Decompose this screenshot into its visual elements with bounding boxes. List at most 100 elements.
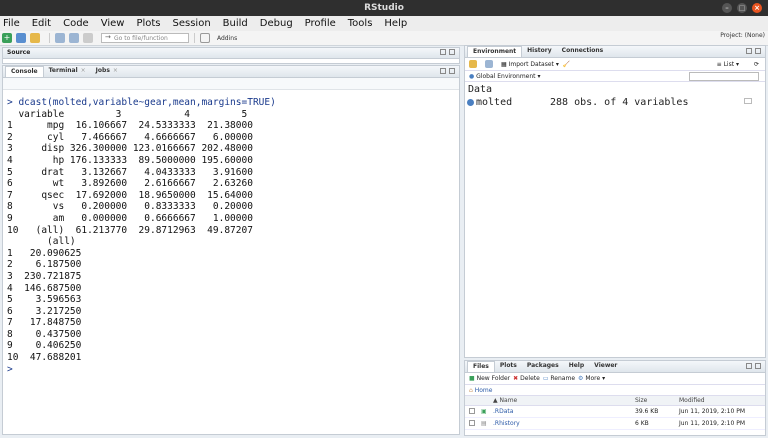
new-project-icon[interactable] [16,33,26,43]
menu-view[interactable]: View [101,18,125,29]
file-row-checkbox-cell [465,419,481,428]
maximize-pane-icon[interactable] [755,48,761,54]
new-folder-button[interactable]: ■ New Folder [469,375,510,382]
tab-console-label: Console [11,68,38,75]
files-pane: Files Plots Packages Help Viewer ■ New F… [464,360,766,436]
file-modified: Jun 11, 2019, 2:10 PM [679,420,745,427]
files-toolbar: ■ New Folder ✖ Delete ▭ Rename ⚙ More ▾ [465,373,765,385]
console-tabs: Console Terminal × Jobs × [3,66,459,78]
window-title: RStudio [364,3,404,13]
maximize-icon[interactable]: □ [737,3,747,13]
file-row[interactable]: ▤ .Rhistory 6 KB Jun 11, 2019, 2:10 PM [465,418,765,430]
tab-terminal[interactable]: Terminal × [44,66,91,77]
tab-environment[interactable]: Environment [467,46,523,57]
column-header-name-label: Name [499,397,518,404]
rename-button[interactable]: ▭ Rename [543,375,575,382]
minimize-icon[interactable]: – [722,3,732,13]
files-breadcrumb: ⌂ Home [465,385,765,396]
tab-help[interactable]: Help [564,361,589,372]
close-tab-icon[interactable]: × [81,67,86,74]
tab-terminal-label: Terminal [48,67,78,74]
new-file-icon[interactable]: + [2,33,12,43]
menu-build[interactable]: Build [223,18,248,29]
file-checkbox[interactable] [469,407,475,414]
file-checkbox[interactable] [469,419,475,426]
source-pane-header: Source [3,48,459,59]
tab-files[interactable]: Files [467,361,495,372]
file-name[interactable]: .Rhistory [493,420,635,427]
open-file-icon[interactable] [30,33,40,43]
goto-file-input[interactable]: Go to file/function [101,33,189,43]
env-search-input[interactable] [689,72,759,81]
global-env-label: Global Environment [476,72,536,80]
breadcrumb-home[interactable]: Home [475,387,493,394]
text-file-icon: ▤ [481,420,487,427]
tab-history[interactable]: History [522,46,557,57]
broom-icon[interactable]: 🧹 [563,61,570,68]
file-row-checkbox-cell [465,407,481,416]
rdata-file-icon: ▣ [481,408,487,415]
tab-console[interactable]: Console [5,66,44,77]
menu-profile[interactable]: Profile [305,18,336,29]
menu-edit[interactable]: Edit [32,18,51,29]
addins-menu[interactable]: Addins [217,35,237,42]
env-icon: ● [469,72,475,80]
env-row-desc: 288 obs. of 4 variables [550,96,689,108]
console-command: > dcast(molted,variable~gear,mean,margin… [7,97,276,108]
menu-session[interactable]: Session [173,18,211,29]
tab-packages[interactable]: Packages [522,361,564,372]
menu-help[interactable]: Help [384,18,407,29]
environment-pane: Environment History Connections ▦ Import… [464,45,766,358]
save-all-icon[interactable] [69,33,79,43]
refresh-icon[interactable]: ⟳ [754,61,759,68]
delete-button[interactable]: ✖ Delete [513,375,540,382]
minimize-pane-icon[interactable] [440,68,446,74]
file-row[interactable]: ▣ .RData 39.6 KB Jun 11, 2019, 2:10 PM [465,406,765,418]
load-workspace-icon[interactable] [469,60,477,68]
console-output[interactable]: > dcast(molted,variable~gear,mean,margin… [3,91,459,434]
grid-icon[interactable] [200,33,210,43]
menu-file[interactable]: File [3,18,20,29]
expand-icon[interactable] [467,98,474,106]
list-view-label: List [723,60,735,68]
main-toolbar: + Go to file/function Addins Project: (N… [0,31,768,46]
env-toolbar: ▦ Import Dataset ▾ 🧹 ≡ List ▾ ⟳ [465,58,765,71]
menu-code[interactable]: Code [63,18,89,29]
save-icon[interactable] [55,33,65,43]
console-path-bar [3,78,459,90]
maximize-pane-icon[interactable] [449,68,455,74]
view-table-icon[interactable] [744,98,752,104]
rename-icon: ▭ [542,375,549,382]
maximize-pane-icon[interactable] [755,363,761,369]
menu-tools[interactable]: Tools [348,18,373,29]
file-name[interactable]: .RData [493,408,635,415]
tab-plots[interactable]: Plots [495,361,522,372]
column-header-name[interactable]: ▲ Name [493,397,635,404]
source-pane-title: Source [7,49,31,56]
global-env-menu[interactable]: ● Global Environment ▾ [469,73,540,80]
import-dataset-label: Import Dataset [508,60,554,68]
toolbar-separator [49,33,50,43]
close-tab-icon[interactable]: × [113,67,118,74]
list-view-menu[interactable]: ≡ List ▾ [717,61,739,68]
minimize-pane-icon[interactable] [746,48,752,54]
menu-debug[interactable]: Debug [260,18,293,29]
import-dataset-button[interactable]: ▦ Import Dataset ▾ [501,61,559,68]
tab-connections[interactable]: Connections [557,46,609,57]
save-workspace-icon[interactable] [485,60,493,68]
column-header-modified[interactable]: Modified [679,397,705,404]
minimize-pane-icon[interactable] [440,49,446,55]
tab-viewer[interactable]: Viewer [589,361,622,372]
tab-jobs[interactable]: Jobs × [91,66,123,77]
menu-plots[interactable]: Plots [136,18,160,29]
minimize-pane-icon[interactable] [746,363,752,369]
close-icon[interactable]: × [752,3,762,13]
print-icon[interactable] [83,33,93,43]
column-header-size[interactable]: Size [635,397,679,404]
console-result: variable 3 4 5 1 mpg 16.106667 24.533333… [7,108,253,364]
env-row[interactable]: molted 288 obs. of 4 variables [465,96,765,108]
maximize-pane-icon[interactable] [449,49,455,55]
project-menu[interactable]: Project: (None) [720,32,765,39]
more-menu[interactable]: ⚙ More ▾ [578,375,605,382]
console-prompt[interactable]: > [7,364,459,376]
